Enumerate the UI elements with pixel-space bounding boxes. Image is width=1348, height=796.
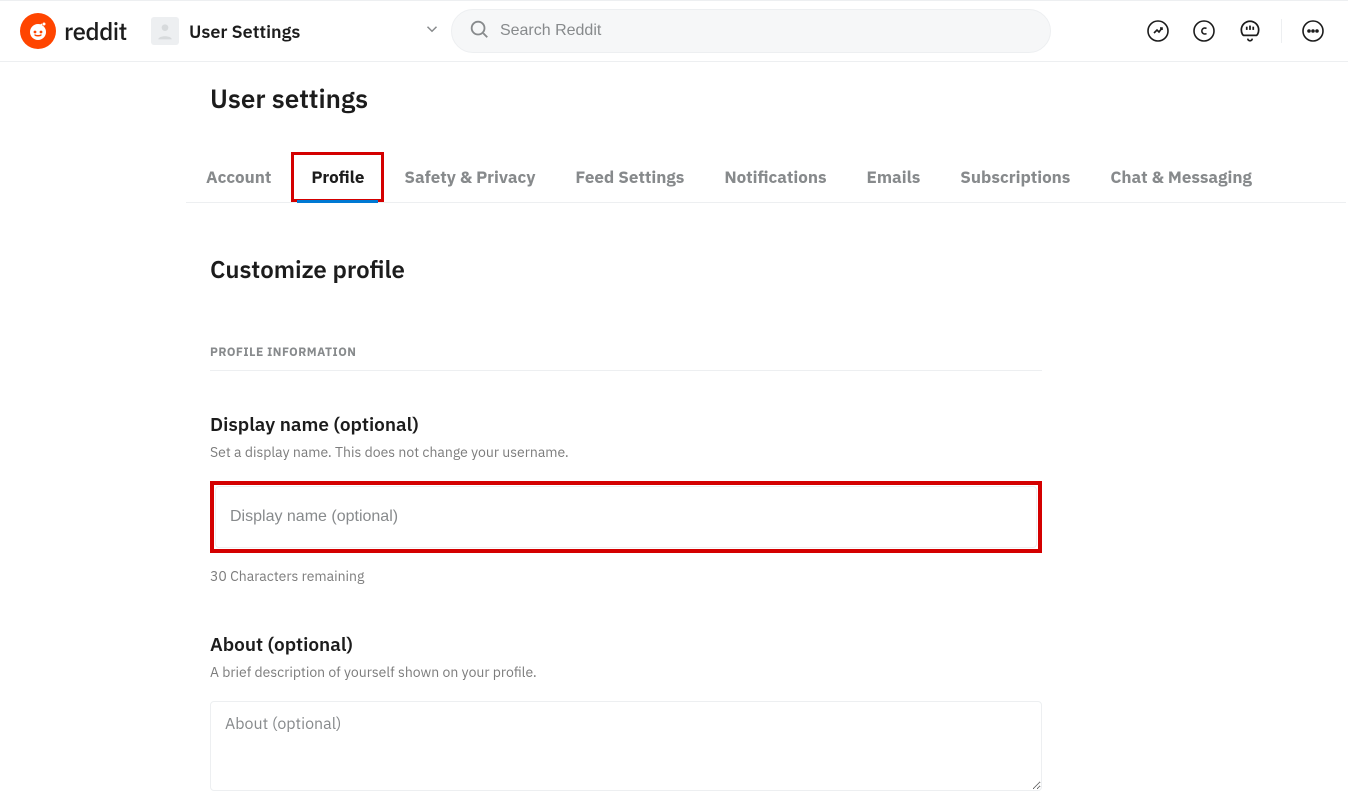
- display-name-input[interactable]: [215, 486, 1037, 548]
- about-input[interactable]: [210, 701, 1042, 791]
- tab-chat-messaging[interactable]: Chat & Messaging: [1090, 152, 1272, 202]
- tab-profile[interactable]: Profile: [291, 152, 384, 202]
- announcements-icon[interactable]: [1235, 16, 1265, 46]
- tab-subscriptions[interactable]: Subscriptions: [940, 152, 1090, 202]
- header-actions: [1143, 16, 1328, 46]
- header-divider: [1281, 19, 1282, 43]
- search-icon: [468, 18, 490, 45]
- app-header: reddit User Settings: [0, 0, 1348, 62]
- user-settings-dropdown[interactable]: User Settings: [151, 17, 451, 45]
- profile-content: Customize profile PROFILE INFORMATION Di…: [186, 203, 1066, 796]
- tab-notifications[interactable]: Notifications: [704, 152, 846, 202]
- about-title: About (optional): [210, 633, 1042, 657]
- chevron-down-icon: [423, 20, 441, 43]
- page-title: User settings: [186, 82, 1346, 116]
- reddit-wordmark: reddit: [64, 15, 127, 47]
- display-name-help: Set a display name. This does not change…: [210, 443, 1042, 461]
- section-heading: Customize profile: [210, 253, 1042, 285]
- tab-feed-settings[interactable]: Feed Settings: [555, 152, 704, 202]
- about-help: A brief description of yourself shown on…: [210, 663, 1042, 681]
- profile-info-subheading: PROFILE INFORMATION: [210, 345, 1042, 371]
- coins-icon[interactable]: [1189, 16, 1219, 46]
- display-name-counter: 30 Characters remaining: [210, 567, 1042, 585]
- settings-page: User settings Account Profile Safety & P…: [186, 62, 1346, 796]
- display-name-title: Display name (optional): [210, 413, 1042, 437]
- chat-icon[interactable]: [1298, 16, 1328, 46]
- display-name-highlight: [210, 481, 1042, 553]
- avatar-placeholder-icon: [151, 17, 179, 45]
- reddit-logo[interactable]: reddit: [20, 13, 127, 49]
- search-input[interactable]: [500, 22, 1034, 40]
- user-dropdown-label: User Settings: [189, 20, 300, 43]
- popular-icon[interactable]: [1143, 16, 1173, 46]
- search-bar[interactable]: [451, 9, 1051, 53]
- settings-tabs: Account Profile Safety & Privacy Feed Se…: [186, 152, 1346, 203]
- reddit-snoo-icon: [20, 13, 56, 49]
- tab-safety-privacy[interactable]: Safety & Privacy: [384, 152, 555, 202]
- tab-emails[interactable]: Emails: [847, 152, 941, 202]
- tab-account[interactable]: Account: [186, 152, 291, 202]
